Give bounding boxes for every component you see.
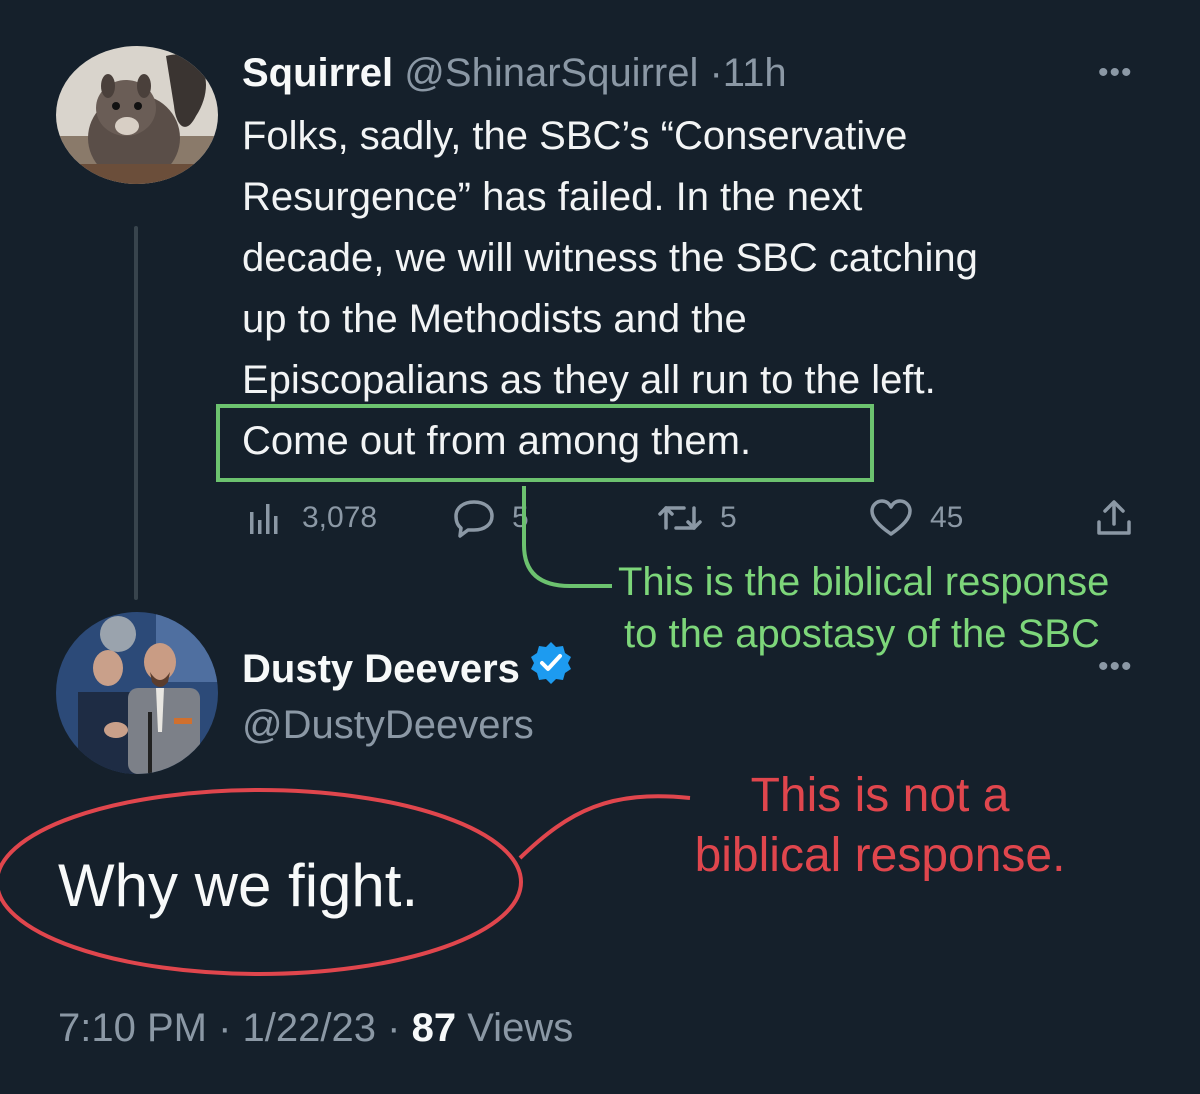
retweet-button[interactable]: 5 bbox=[656, 492, 737, 544]
tweet1-more-button[interactable]: ••• bbox=[1098, 58, 1133, 88]
thread-connector-line bbox=[134, 226, 138, 600]
dusty-deevers-avatar[interactable] bbox=[56, 612, 218, 774]
like-button[interactable]: 45 bbox=[868, 492, 963, 544]
views-stat[interactable]: 3,078 bbox=[246, 492, 377, 544]
red-connector-line bbox=[518, 794, 691, 860]
tweet2-time[interactable]: 7:10 PM bbox=[58, 1006, 207, 1050]
tweet2-date[interactable]: 1/22/23 bbox=[243, 1006, 376, 1050]
tweet2-views-label: Views bbox=[467, 1006, 574, 1050]
green-annotation-line: to the apostasy of the SBC bbox=[624, 612, 1100, 656]
like-count: 45 bbox=[930, 501, 964, 534]
views-icon bbox=[246, 498, 286, 538]
tweet1-body-line: Episcopalians as they all run to the lef… bbox=[242, 358, 936, 402]
tweet1-action-row: 3,078 5 5 45 bbox=[242, 492, 1142, 544]
views-count: 3,078 bbox=[302, 501, 378, 534]
tweet1-header: Squirrel @ShinarSquirrel ·11h bbox=[242, 48, 787, 98]
tweet1-body-line: up to the Methodists and the bbox=[242, 297, 747, 341]
share-button[interactable] bbox=[1094, 492, 1134, 544]
verified-badge-icon bbox=[528, 640, 574, 698]
red-annotation: This is not a biblical response. bbox=[678, 766, 1082, 886]
share-icon bbox=[1094, 498, 1134, 538]
tweet2-more-button[interactable]: ••• bbox=[1098, 652, 1133, 682]
retweet-icon bbox=[656, 498, 704, 538]
reply-count: 5 bbox=[512, 501, 529, 534]
tweet1-body-line: Resurgence” has failed. In the next bbox=[242, 175, 863, 219]
tweet1-handle[interactable]: @ShinarSquirrel bbox=[404, 51, 698, 95]
tweet2-views-count: 87 bbox=[411, 1006, 457, 1050]
like-icon bbox=[868, 498, 914, 538]
tweet2-body: Why we fight. bbox=[58, 852, 419, 919]
tweet1-body-line: Folks, sadly, the SBC’s “Conservative bbox=[242, 114, 908, 158]
tweet1-body-line: decade, we will witness the SBC catching bbox=[242, 236, 978, 280]
tweet1-display-name[interactable]: Squirrel bbox=[242, 51, 393, 95]
tweet2-name-row: Dusty Deevers bbox=[242, 640, 574, 698]
tweet2-meta: 7:10 PM · 1/22/23 · 87 Views bbox=[58, 1002, 573, 1054]
tweet1-separator: · bbox=[709, 51, 723, 95]
tweet2-handle[interactable]: @DustyDeevers bbox=[242, 700, 534, 750]
tweet2-display-name[interactable]: Dusty Deevers bbox=[242, 644, 520, 694]
green-annotation: This is the biblical response to the apo… bbox=[618, 556, 1109, 660]
green-annotation-line: This is the biblical response bbox=[618, 560, 1110, 604]
reply-button[interactable]: 5 bbox=[452, 492, 529, 544]
retweet-count: 5 bbox=[720, 501, 737, 534]
squirrel-avatar[interactable] bbox=[56, 46, 218, 184]
reply-icon bbox=[452, 498, 496, 538]
red-annotation-line: biblical response. bbox=[694, 829, 1066, 882]
tweet2-separator: · bbox=[387, 1006, 401, 1050]
tweet2-separator: · bbox=[218, 1006, 232, 1050]
tweet1-time[interactable]: 11h bbox=[723, 51, 787, 95]
green-highlight-box bbox=[216, 404, 874, 482]
red-annotation-line: This is not a bbox=[750, 769, 1010, 822]
